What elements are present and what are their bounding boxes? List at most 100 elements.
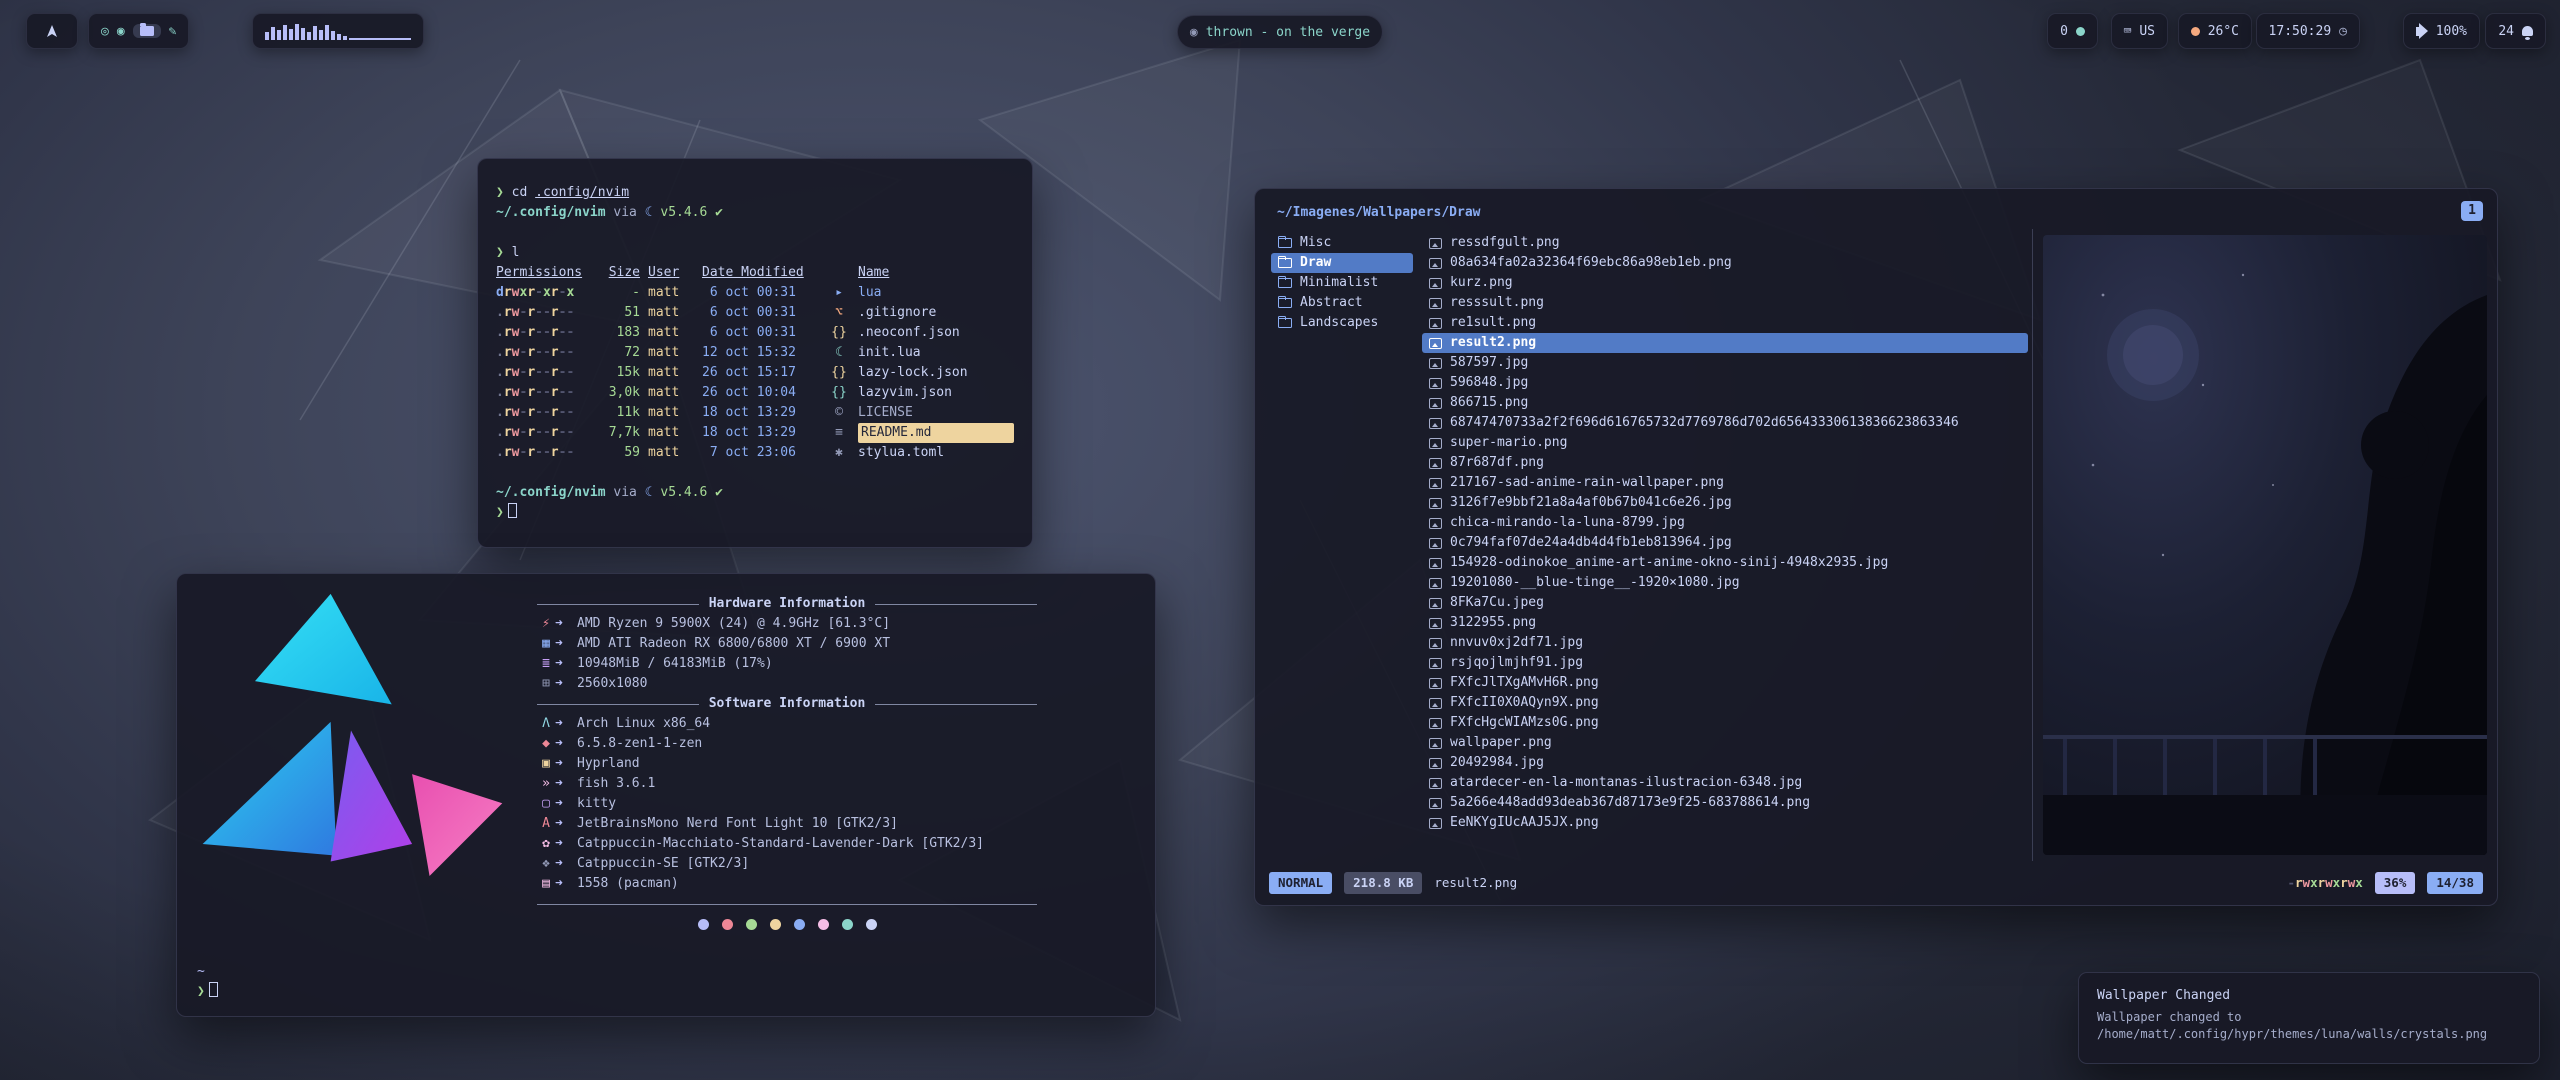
file-item[interactable]: FXfcJlTXgAMvH6R.png — [1422, 673, 2028, 693]
image-file-icon — [1429, 558, 1442, 569]
workspaces-module[interactable]: ◎ ◉ ✎ — [88, 13, 189, 49]
terminal-cursor — [209, 982, 218, 997]
palette-dot — [818, 919, 829, 930]
image-file-icon — [1429, 238, 1442, 249]
notification-popup[interactable]: Wallpaper Changed Wallpaper changed to /… — [2078, 972, 2540, 1064]
software-section-header: Software Information — [537, 694, 1037, 714]
info-line: ✿ ➜ Catppuccin-Macchiato-Standard-Lavend… — [537, 834, 1037, 854]
file-item[interactable]: rsjqojlmjhf91.jpg — [1422, 653, 2028, 673]
info-value: Catppuccin-SE [GTK2/3] — [577, 854, 749, 874]
date-cell: 6 oct 00:31 — [702, 283, 820, 303]
keyboard-layout-module[interactable]: ⌨ US — [2111, 13, 2168, 49]
file-item[interactable]: 154928-odinokoe_anime-art-anime-okno-sin… — [1422, 553, 2028, 573]
file-item[interactable]: atardecer-en-la-montanas-ilustracion-634… — [1422, 773, 2028, 793]
file-item[interactable]: nnvuv0xj2df71.jpg — [1422, 633, 2028, 653]
ls-row: .rw-r--r-- 11k matt 18 oct 13:29 © LICEN… — [496, 403, 1014, 423]
launcher-button[interactable] — [26, 13, 78, 49]
size-cell: - — [596, 283, 640, 303]
arrow-icon: ➜ — [555, 794, 577, 814]
palette-dot — [722, 919, 733, 930]
folder-item[interactable]: Landscapes — [1271, 313, 1413, 333]
file-item[interactable]: 87r687df.png — [1422, 453, 2028, 473]
folder-item[interactable]: Minimalist — [1271, 273, 1413, 293]
file-item[interactable]: FXfcII0X0AQyn9X.png — [1422, 693, 2028, 713]
tray-module[interactable]: 0 — [2047, 13, 2098, 49]
file-name: rsjqojlmjhf91.jpg — [1450, 653, 1583, 673]
image-file-icon — [1429, 418, 1442, 429]
image-file-icon — [1429, 378, 1442, 389]
file-item[interactable]: 68747470733a2f2f696d616765732d7769786d70… — [1422, 413, 2028, 433]
workspace-4-icon[interactable]: ✎ — [169, 24, 177, 39]
file-item[interactable]: 866715.png — [1422, 393, 2028, 413]
filename-cell: stylua.toml — [858, 443, 1014, 463]
file-item[interactable]: 596848.jpg — [1422, 373, 2028, 393]
ls-row: .rw-r--r-- 59 matt 7 oct 23:06 ✱ stylua.… — [496, 443, 1014, 463]
file-item[interactable]: EeNKYgIUcAAJ5JX.png — [1422, 813, 2028, 833]
file-item[interactable]: 3126f7e9bbf21a8a4af0b67b041c6e26.jpg — [1422, 493, 2028, 513]
file-item[interactable]: 20492984.jpg — [1422, 753, 2028, 773]
file-item[interactable]: chica-mirando-la-luna-8799.jpg — [1422, 513, 2028, 533]
file-item[interactable]: 587597.jpg — [1422, 353, 2028, 373]
info-line: ❖ ➜ Catppuccin-SE [GTK2/3] — [537, 854, 1037, 874]
file-item[interactable]: 19201080-__blue-tinge__-1920×1080.jpg — [1422, 573, 2028, 593]
tray-count: 0 — [2060, 24, 2068, 39]
folder-sidebar: Misc Draw Minimalist Abstract Landscapes — [1271, 233, 1413, 333]
workspace-2-icon[interactable]: ◉ — [117, 24, 125, 39]
workspace-3-active[interactable] — [133, 24, 161, 38]
tab-number-badge[interactable]: 1 — [2461, 201, 2483, 221]
clock-icon: ◷ — [2339, 24, 2347, 39]
file-item[interactable]: super-mario.png — [1422, 433, 2028, 453]
file-name: 217167-sad-anime-rain-wallpaper.png — [1450, 473, 1724, 493]
speaker-icon — [2416, 27, 2421, 36]
palette-dot — [866, 919, 877, 930]
file-item[interactable]: 3122955.png — [1422, 613, 2028, 633]
file-item[interactable]: re1sult.png — [1422, 313, 2028, 333]
notification-body: Wallpaper changed to /home/matt/.config/… — [2097, 1009, 2521, 1043]
folder-item[interactable]: Draw — [1271, 253, 1413, 273]
date-cell: 26 oct 15:17 — [702, 363, 820, 383]
notifications-module[interactable]: 24 — [2485, 13, 2546, 49]
ls-header-row: Permissions Size User Date Modified Name — [496, 263, 1014, 283]
audio-visualizer-module[interactable] — [252, 13, 424, 49]
file-item[interactable]: 08a634fa02a32364f69ebc86a98eb1eb.png — [1422, 253, 2028, 273]
file-name: ressdfgult.png — [1450, 233, 1560, 253]
info-line: ▤ ➜ 1558 (pacman) — [537, 874, 1037, 894]
prompt-char: ❯ — [197, 984, 205, 999]
file-manager-window: ~/Imagenes/Wallpapers/Draw 1 Misc Draw M… — [1254, 188, 2498, 906]
music-player-module[interactable]: ◉ thrown - on the verge — [1177, 15, 1383, 49]
clock-module[interactable]: 17:50:29 ◷ — [2256, 13, 2360, 49]
file-item[interactable]: result2.png — [1422, 333, 2028, 353]
folder-item[interactable]: Abstract — [1271, 293, 1413, 313]
folder-name: Landscapes — [1300, 313, 1378, 333]
folder-name: Draw — [1300, 253, 1331, 273]
gpu-icon: ▦ — [537, 634, 555, 654]
workspace-1-icon[interactable]: ◎ — [101, 24, 109, 39]
file-item[interactable]: ressdfgult.png — [1422, 233, 2028, 253]
info-line: ⊞ ➜ 2560x1080 — [537, 674, 1037, 694]
arrow-icon: ➜ — [555, 674, 577, 694]
file-item[interactable]: 8FKa7Cu.jpeg — [1422, 593, 2028, 613]
info-line: ▢ ➜ kitty — [537, 794, 1037, 814]
file-item[interactable]: FXfcHgcWIAMzs0G.png — [1422, 713, 2028, 733]
command-arg: .config/nvim — [535, 185, 629, 200]
breadcrumb-path[interactable]: ~/Imagenes/Wallpapers/Draw — [1277, 203, 1481, 223]
fetch-prompt[interactable]: ~ ❯ — [197, 962, 218, 1002]
file-name: FXfcHgcWIAMzs0G.png — [1450, 713, 1599, 733]
size-cell: 183 — [596, 323, 640, 343]
file-item[interactable]: 5a266e448add93deab367d87173e9f25-6837886… — [1422, 793, 2028, 813]
theme-icon: ✿ — [537, 834, 555, 854]
terminal-prompt-line[interactable]: ❯ — [496, 503, 1014, 523]
temperature-module[interactable]: 26°C — [2178, 13, 2252, 49]
file-item[interactable]: 0c794faf07de24a4db4d4fb1eb813964.jpg — [1422, 533, 2028, 553]
folder-item[interactable]: Misc — [1271, 233, 1413, 253]
file-item[interactable]: resssult.png — [1422, 293, 2028, 313]
ls-row: .rw-r--r-- 51 matt 6 oct 00:31 ⌥ .gitign… — [496, 303, 1014, 323]
volume-module[interactable]: 100% — [2403, 13, 2480, 49]
file-item[interactable]: wallpaper.png — [1422, 733, 2028, 753]
tray-app-icon[interactable] — [2076, 27, 2085, 36]
file-item[interactable]: 217167-sad-anime-rain-wallpaper.png — [1422, 473, 2028, 493]
via-label: via — [613, 205, 636, 220]
file-item[interactable]: kurz.png — [1422, 273, 2028, 293]
arrow-icon: ➜ — [555, 854, 577, 874]
file-name: re1sult.png — [1450, 313, 1536, 333]
